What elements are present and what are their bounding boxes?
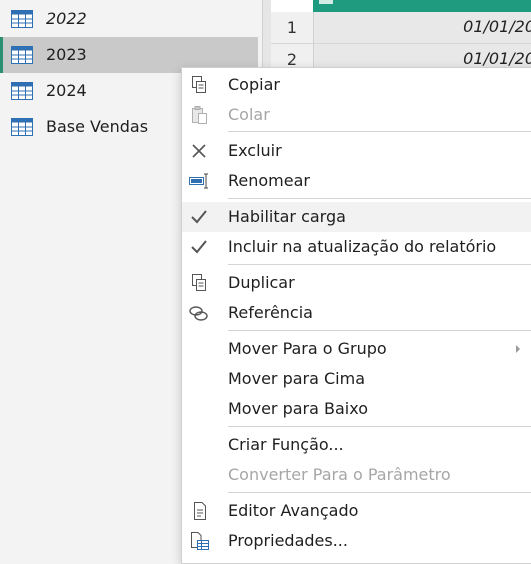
- menu-item-label: Referência: [228, 303, 313, 322]
- menu-item-duplicar[interactable]: Duplicar: [182, 268, 531, 298]
- query-label: 2024: [46, 81, 87, 100]
- menu-item-label: Editor Avançado: [228, 501, 359, 520]
- menu-item-mover-para-baixo[interactable]: Mover para Baixo: [182, 394, 531, 424]
- menu-item-label: Mover para Cima: [228, 369, 366, 388]
- query-label: 2022: [46, 9, 87, 28]
- menu-item-label: Colar: [228, 105, 270, 124]
- menu-item-label: Propriedades...: [228, 531, 348, 550]
- column-header[interactable]: [313, 0, 531, 12]
- submenu-arrow-icon: [516, 345, 520, 353]
- menu-separator: [228, 198, 531, 199]
- table-icon: [11, 46, 33, 64]
- menu-item-excluir[interactable]: Excluir: [182, 136, 531, 166]
- table-cell[interactable]: 01/01/20: [314, 12, 531, 43]
- properties-icon: [191, 532, 209, 550]
- menu-separator: [228, 492, 531, 493]
- query-label: Base Vendas: [46, 117, 149, 136]
- table-icon: [11, 118, 33, 136]
- context-menu: Copiar Colar Excluir Renomear Habilitar …: [181, 67, 531, 564]
- table-icon: [11, 82, 33, 100]
- menu-item-label: Excluir: [228, 141, 282, 160]
- menu-item-label: Mover Para o Grupo: [228, 339, 387, 358]
- menu-item-label: Converter Para o Parâmetro: [228, 465, 451, 484]
- row-number: 1: [271, 12, 314, 43]
- menu-item-mover-para-cima[interactable]: Mover para Cima: [182, 364, 531, 394]
- menu-item-copiar[interactable]: Copiar: [182, 70, 531, 100]
- duplicate-icon: [192, 274, 206, 291]
- menu-item-label: Criar Função...: [228, 435, 344, 454]
- menu-item-referencia[interactable]: Referência: [182, 298, 531, 328]
- menu-item-propriedades[interactable]: Propriedades...: [182, 526, 531, 556]
- menu-item-editor-avancado[interactable]: Editor Avançado: [182, 496, 531, 526]
- menu-item-converter-parametro[interactable]: Converter Para o Parâmetro: [182, 460, 531, 490]
- table-row[interactable]: 1 01/01/20: [271, 12, 531, 44]
- column-type-icon: [319, 0, 333, 4]
- menu-separator: [228, 131, 531, 132]
- menu-separator: [228, 264, 531, 265]
- query-label: 2023: [46, 45, 87, 64]
- reference-link-icon: [189, 306, 208, 321]
- menu-item-colar[interactable]: Colar: [182, 100, 531, 130]
- menu-item-incluir-atualizacao[interactable]: Incluir na atualização do relatório: [182, 232, 531, 262]
- query-item-2022[interactable]: 2022: [0, 1, 258, 37]
- paste-icon: [192, 106, 207, 124]
- copy-icon: [192, 76, 206, 93]
- rename-icon: [189, 173, 208, 189]
- menu-item-habilitar-carga[interactable]: Habilitar carga: [182, 202, 531, 232]
- menu-item-criar-funcao[interactable]: Criar Função...: [182, 430, 531, 460]
- table-icon: [11, 10, 33, 28]
- menu-item-mover-para-grupo[interactable]: Mover Para o Grupo: [182, 334, 531, 364]
- menu-item-label: Incluir na atualização do relatório: [228, 237, 497, 256]
- menu-item-label: Renomear: [228, 171, 310, 190]
- menu-separator: [228, 426, 531, 427]
- menu-separator: [228, 330, 531, 331]
- checkmark-icon: [191, 210, 207, 224]
- advanced-editor-icon: [194, 502, 206, 520]
- cell-value: 01/01/20: [463, 17, 531, 36]
- menu-item-renomear[interactable]: Renomear: [182, 166, 531, 196]
- menu-item-label: Mover para Baixo: [228, 399, 368, 418]
- delete-x-icon: [192, 144, 206, 158]
- cell-value: 01/01/20: [463, 49, 531, 68]
- menu-item-label: Copiar: [228, 75, 280, 94]
- checkmark-icon: [191, 240, 207, 254]
- menu-item-label: Duplicar: [228, 273, 295, 292]
- menu-item-label: Habilitar carga: [228, 207, 346, 226]
